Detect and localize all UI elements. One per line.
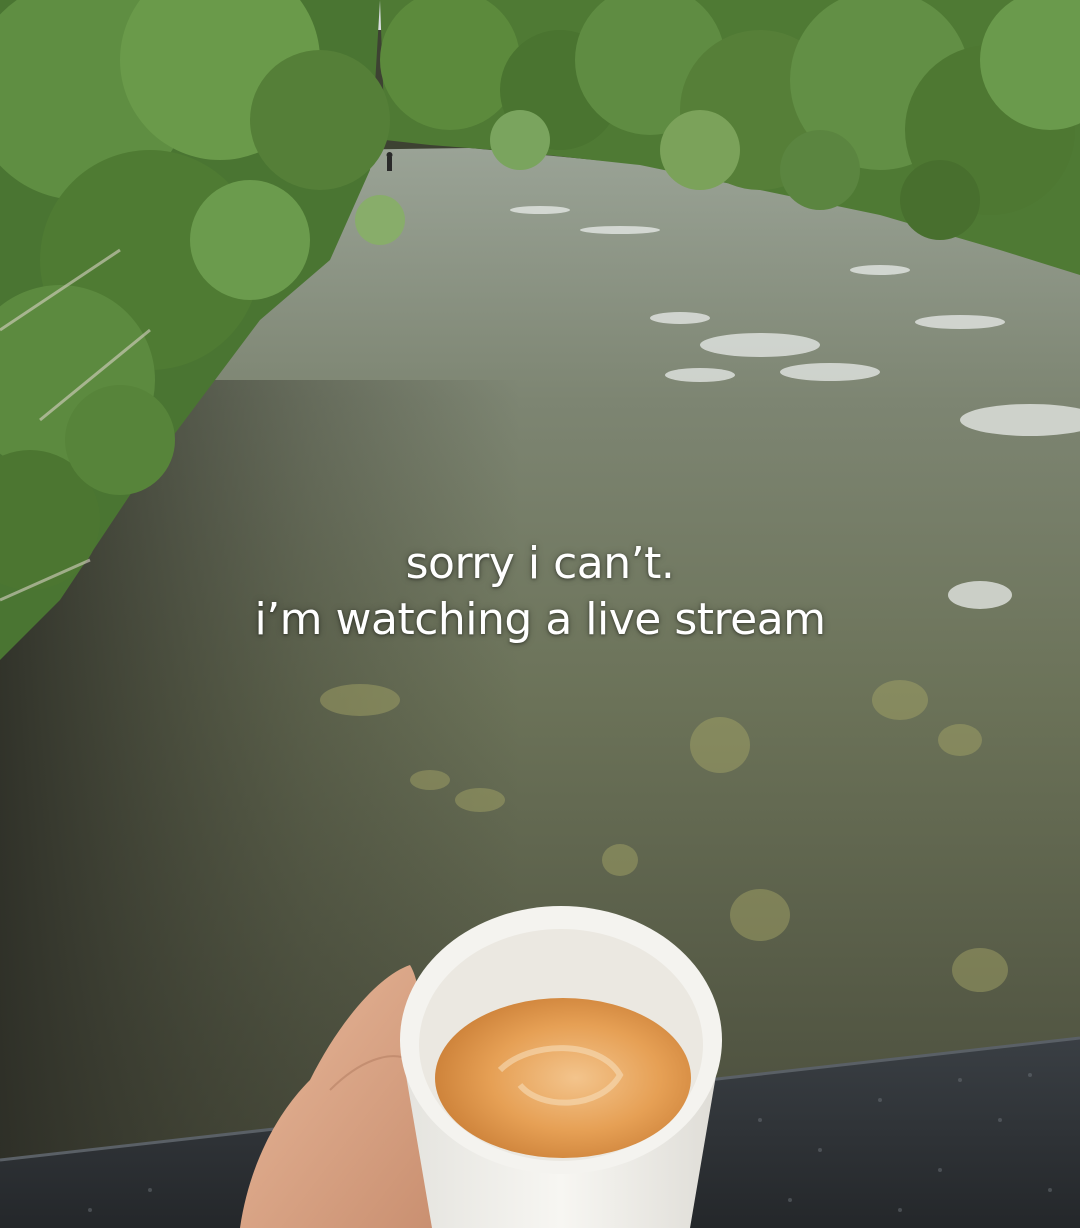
paper-cup — [400, 906, 722, 1228]
fisherman — [386, 152, 393, 171]
caption-overlay: sorry i can’t. i’m watching a live strea… — [0, 536, 1080, 648]
coffee — [435, 998, 691, 1158]
caption-line-1: sorry i can’t. — [405, 538, 675, 589]
photo-frame: sorry i can’t. i’m watching a live strea… — [0, 0, 1080, 1228]
caption-line-2: i’m watching a live stream — [254, 594, 826, 645]
